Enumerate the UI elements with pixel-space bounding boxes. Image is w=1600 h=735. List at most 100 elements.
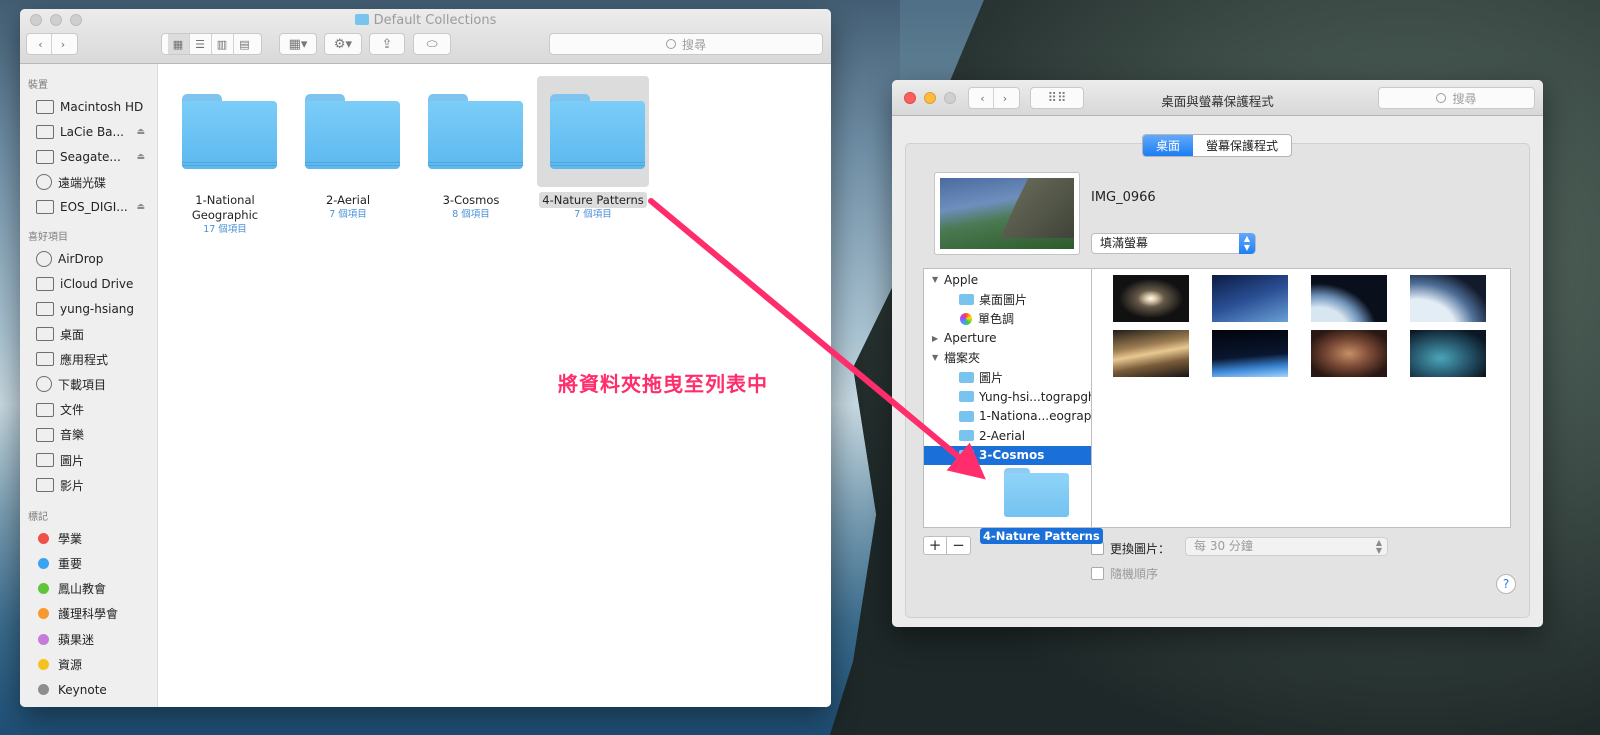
wallpaper-thumbnail-earth-night[interactable] xyxy=(1212,330,1288,377)
tags-button[interactable]: ⬭ xyxy=(413,33,451,55)
source-list-item[interactable]: ▼ Apple xyxy=(924,270,1091,290)
sidebar-item[interactable]: 桌面 xyxy=(20,322,157,347)
tab-desktop[interactable]: 桌面 xyxy=(1143,135,1194,156)
source-list-item[interactable]: 1-Nationa...eographic xyxy=(924,407,1109,427)
internal-disk-icon xyxy=(36,99,54,114)
source-list-item[interactable]: 2-Aerial xyxy=(924,426,1091,446)
share-button[interactable]: ⇪ xyxy=(369,33,405,55)
finder-sidebar: 裝置 Macintosh HD LaCie Ba... ⏏ Seagate... ⏏ 遠端… xyxy=(20,64,158,707)
sidebar-item-label: 應用程式 xyxy=(60,352,109,367)
applications-icon xyxy=(36,352,54,367)
sidebar-item[interactable]: 文件 xyxy=(20,397,157,422)
back-forward-buttons: ‹ › xyxy=(26,33,78,55)
sidebar-item[interactable]: AirDrop xyxy=(20,246,157,271)
folder-icon xyxy=(959,410,974,422)
folder-item-count: 7 個項目 xyxy=(574,209,612,220)
search-field[interactable]: 搜尋 xyxy=(1378,87,1535,109)
sidebar-tag[interactable]: 學業 xyxy=(20,526,157,551)
sidebar-item[interactable]: EOS_DIGI... ⏏ xyxy=(20,195,157,220)
sidebar-item[interactable]: LaCie Ba... ⏏ xyxy=(20,119,157,144)
coverflow-view-icon[interactable]: ▤ xyxy=(234,34,256,54)
folder-icon xyxy=(428,94,523,170)
sidebar-item[interactable]: 遠端光碟 xyxy=(20,170,157,195)
source-list-item[interactable]: Yung-hsi...tograpghy xyxy=(924,387,1103,407)
music-icon xyxy=(36,427,54,442)
tab-screensaver[interactable]: 螢幕保護程式 xyxy=(1193,135,1291,156)
source-list-item[interactable]: ▶ Aperture xyxy=(924,329,1091,349)
wallpaper-thumbnail-nebula[interactable] xyxy=(1311,330,1387,377)
source-list-item[interactable]: ▼ 檔案夾 xyxy=(924,348,1091,368)
sidebar-item[interactable]: 圖片 xyxy=(20,447,157,472)
wallpaper-thumbnail-eagle-nebula[interactable] xyxy=(1410,330,1486,377)
eject-icon[interactable]: ⏏ xyxy=(136,127,145,137)
sidebar-tag[interactable]: 重要 xyxy=(20,551,157,576)
fill-mode-select[interactable]: 填滿螢幕 ▲ ▼ xyxy=(1091,233,1256,254)
window-title: Default Collections xyxy=(20,13,831,28)
sidebar-item[interactable]: Seagate... ⏏ xyxy=(20,144,157,169)
source-list-label: Yung-hsi...tograpghy xyxy=(979,389,1103,404)
sidebar-tag[interactable]: 護理科學會 xyxy=(20,601,157,626)
back-button[interactable]: ‹ xyxy=(30,34,52,54)
folder-item[interactable]: 1-National Geographic 17 個項目 xyxy=(169,76,281,235)
sidebar-item[interactable]: Macintosh HD xyxy=(20,94,157,119)
folder-item[interactable]: 3-Cosmos 8 個項目 xyxy=(415,76,527,226)
devices-header: 裝置 xyxy=(28,80,48,91)
wallpaper-thumbnail-earth-horizon[interactable] xyxy=(1311,275,1387,322)
sidebar-tag[interactable]: 資源 xyxy=(20,652,157,677)
forward-button[interactable]: › xyxy=(52,34,74,54)
source-list-label: Aperture xyxy=(944,331,997,346)
sidebar-tag[interactable]: 蘋果迷 xyxy=(20,627,157,652)
airdrop-icon xyxy=(36,250,52,267)
source-list-label: 1-Nationa...eographic xyxy=(979,409,1109,424)
source-list-item[interactable]: 單色調 xyxy=(924,309,1091,329)
source-list-item[interactable]: 圖片 xyxy=(924,368,1091,388)
interval-select[interactable]: 每 30 分鐘 ▲ ▼ xyxy=(1185,537,1388,556)
sidebar-item[interactable]: 下載項目 xyxy=(20,372,157,397)
sidebar-item[interactable]: 應用程式 xyxy=(20,347,157,372)
sidebar-item[interactable]: 音樂 xyxy=(20,422,157,447)
folder-item[interactable]: 2-Aerial 7 個項目 xyxy=(292,76,404,226)
disclosure-triangle-icon[interactable]: ▼ xyxy=(924,275,938,284)
folder-icon xyxy=(959,391,974,403)
disclosure-triangle-icon[interactable]: ▼ xyxy=(924,353,938,362)
icon-view-icon[interactable]: ▦ xyxy=(167,34,190,54)
checkbox[interactable] xyxy=(1091,567,1104,580)
sidebar-item[interactable]: iCloud Drive xyxy=(20,271,157,296)
sidebar-item[interactable]: yung-hsiang xyxy=(20,296,157,321)
chevron-updown-icon: ▲ ▼ xyxy=(1375,538,1382,555)
list-view-icon[interactable]: ☰ xyxy=(190,34,212,54)
search-field[interactable]: 搜尋 xyxy=(549,33,823,55)
action-button[interactable]: ⚙▾ xyxy=(324,33,362,55)
add-button[interactable]: + xyxy=(924,537,947,554)
sidebar-item-label: 遠端光碟 xyxy=(58,175,107,190)
current-wallpaper-preview xyxy=(934,172,1080,255)
source-list-item[interactable]: 桌面圖片 xyxy=(924,290,1091,310)
column-view-icon[interactable]: ▥ xyxy=(212,34,234,54)
disclosure-triangle-icon[interactable]: ▶ xyxy=(924,334,938,343)
tag-color-dot xyxy=(38,532,49,544)
sidebar-item-label: iCloud Drive xyxy=(60,276,134,291)
random-order-checkbox[interactable]: 隨機順序 xyxy=(1091,565,1158,582)
wallpaper-thumbnail-sombrero-galaxy[interactable] xyxy=(1113,275,1189,322)
wallpaper-grid xyxy=(1091,268,1511,528)
dragged-folder-icon xyxy=(1004,468,1069,517)
sidebar-item[interactable]: 影片 xyxy=(20,473,157,498)
help-button[interactable]: ? xyxy=(1496,574,1516,594)
folder-icon xyxy=(959,293,974,305)
folder-item[interactable]: 4-Nature Patterns 7 個項目 xyxy=(537,76,649,226)
source-list-item[interactable]: 3-Cosmos xyxy=(924,445,1091,465)
wallpaper-thumbnail-milky-way[interactable] xyxy=(1212,275,1288,322)
instruction-annotation: 將資料夾拖曳至列表中 xyxy=(558,372,768,396)
eject-icon[interactable]: ⏏ xyxy=(136,152,145,162)
view-mode-control: ▦ ☰ ▥ ▤ xyxy=(161,33,262,55)
wallpaper-thumbnail-earth-clouds[interactable] xyxy=(1410,275,1486,322)
sidebar-tag[interactable]: Keynote xyxy=(20,677,157,702)
arrange-button[interactable]: ▦▾ xyxy=(279,33,317,55)
eject-icon[interactable]: ⏏ xyxy=(136,202,145,212)
sidebar-tag[interactable]: 鳳山教會 xyxy=(20,576,157,601)
wallpaper-thumbnail-saturn[interactable] xyxy=(1113,330,1189,377)
change-picture-checkbox[interactable]: 更換圖片： xyxy=(1091,540,1170,557)
remove-button[interactable]: − xyxy=(947,537,970,554)
sidebar-item-label: AirDrop xyxy=(58,251,104,266)
sidebar-item-label: 護理科學會 xyxy=(58,607,119,622)
